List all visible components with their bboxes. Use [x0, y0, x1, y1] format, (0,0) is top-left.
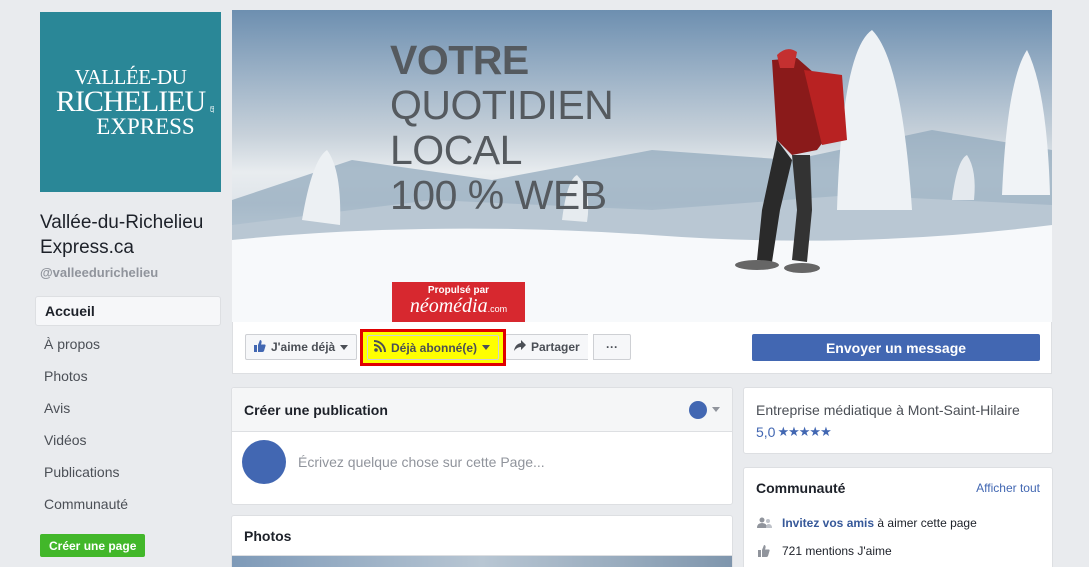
about-card: Entreprise médiatique à Mont-Saint-Hilai…	[743, 387, 1053, 454]
more-options-button[interactable]: ···	[593, 334, 631, 360]
invite-friends-link[interactable]: Invitez vos amis	[782, 516, 874, 530]
invite-friends-row: Invitez vos amis à aimer cette page	[756, 516, 1040, 530]
cover-headline: VOTRE QUOTIDIEN LOCAL 100 % WEB	[390, 37, 614, 218]
send-message-button[interactable]: Envoyer un message	[752, 334, 1040, 361]
community-title: Communauté	[756, 480, 846, 496]
create-post-title: Créer une publication	[244, 401, 388, 418]
logo-line-2: RICHELIEU .ca	[55, 84, 217, 118]
thumbs-up-icon	[254, 339, 266, 355]
star-rating-icon: ★★★★★	[777, 424, 831, 439]
follow-button-highlight: Déjà abonné(e)	[360, 329, 506, 366]
nav-item-a-propos[interactable]: À propos	[35, 328, 221, 360]
like-button-label: J'aime déjà	[271, 340, 336, 354]
nav-item-communaute[interactable]: Communauté	[35, 488, 221, 520]
photo-thumbnail[interactable]	[232, 556, 732, 567]
post-composer-input[interactable]: Écrivez quelque chose sur cette Page...	[298, 454, 545, 470]
create-page-button[interactable]: Créer une page	[40, 534, 146, 557]
page-category[interactable]: Entreprise médiatique à Mont-Saint-Hilai…	[756, 402, 1040, 418]
page-nav: Accueil À propos Photos Avis Vidéos Publ…	[35, 296, 221, 520]
logo-line-3: EXPRESS	[96, 113, 195, 139]
thumbs-up-icon	[756, 545, 772, 557]
neomedia-badge: Propulsé par néomédia.com	[392, 282, 525, 322]
see-all-link[interactable]: Afficher tout	[976, 481, 1040, 495]
photos-card: Photos	[231, 515, 733, 567]
chevron-down-icon	[340, 344, 349, 350]
create-post-card: Créer une publication Écrivez quelque ch…	[231, 387, 733, 505]
likes-count-row: 721 mentions J'aime	[756, 544, 1040, 558]
nav-item-accueil[interactable]: Accueil	[35, 296, 221, 326]
rating[interactable]: 5,0 ★★★★★	[756, 424, 1040, 440]
cover-photo[interactable]: VOTRE QUOTIDIEN LOCAL 100 % WEB Propulsé…	[232, 10, 1052, 322]
nav-item-publications[interactable]: Publications	[35, 456, 221, 488]
avatar	[242, 440, 286, 484]
page-handle[interactable]: @valleedurichelieu	[40, 265, 158, 280]
nav-item-photos[interactable]: Photos	[35, 360, 221, 392]
like-button[interactable]: J'aime déjà	[245, 334, 358, 360]
chevron-down-icon	[482, 345, 491, 350]
share-button[interactable]: Partager	[505, 334, 588, 360]
share-button-label: Partager	[531, 340, 580, 354]
nav-item-videos[interactable]: Vidéos	[35, 424, 221, 456]
create-post-body[interactable]: Écrivez quelque chose sur cette Page...	[232, 432, 732, 492]
follow-button-label: Déjà abonné(e)	[391, 340, 478, 355]
likes-count: 721 mentions J'aime	[782, 544, 892, 558]
community-card: Communauté Afficher tout Invitez vos ami…	[743, 467, 1053, 567]
create-post-header: Créer une publication	[232, 388, 732, 432]
nav-item-avis[interactable]: Avis	[35, 392, 221, 424]
page-title[interactable]: Vallée-du-Richelieu Express.ca	[40, 210, 230, 260]
audience-avatar-icon[interactable]	[689, 400, 707, 419]
photos-title[interactable]: Photos	[232, 516, 732, 556]
people-icon	[756, 517, 772, 529]
rss-icon	[373, 340, 386, 355]
follow-button[interactable]: Déjà abonné(e)	[367, 335, 499, 360]
chevron-down-icon[interactable]	[712, 407, 720, 412]
cover-scenery	[232, 30, 1052, 322]
rating-value: 5,0	[756, 424, 776, 440]
page-logo[interactable]: VALLÉE-DU RICHELIEU .ca EXPRESS	[40, 12, 221, 192]
share-arrow-icon	[514, 340, 526, 354]
